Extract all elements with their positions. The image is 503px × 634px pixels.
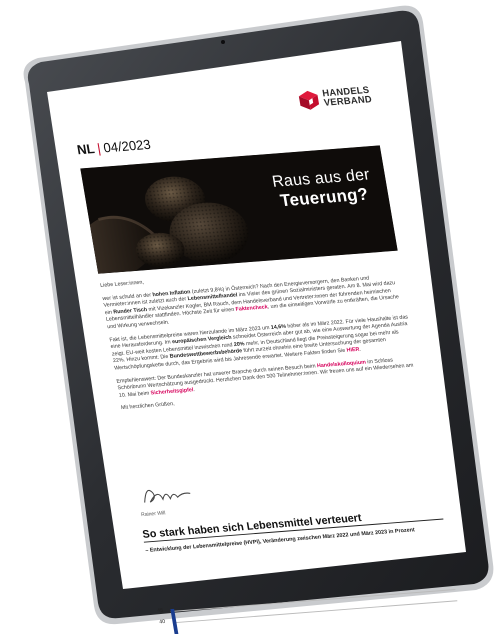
hero-headline: Raus aus der Teuerung? <box>271 165 375 211</box>
screen-area: HANDELS VERBAND NL|04/2023 Raus aus der … <box>0 0 503 634</box>
newsletter-body: Liebe Leser:innen, wer ist schuld an der… <box>100 260 422 418</box>
issue-number: 04/2023 <box>102 136 152 156</box>
newsletter-label: NL <box>75 140 96 158</box>
signer-name: Rainer Will <box>140 510 166 519</box>
inline-link[interactable]: Sicherheitsgipfel <box>150 387 194 396</box>
newsletter-page: HANDELS VERBAND NL|04/2023 Raus aus der … <box>58 85 475 634</box>
body-text: . <box>192 387 196 393</box>
body-text: . <box>358 346 362 353</box>
hero-banner[interactable]: Raus aus der Teuerung? <box>80 145 398 274</box>
signature-icon <box>144 489 191 503</box>
brand-name-line2: VERBAND <box>323 94 373 109</box>
emphasis-text: 14,6% <box>270 323 287 331</box>
gridline <box>172 600 458 623</box>
gridline <box>170 589 456 612</box>
issue-separator: | <box>95 140 102 156</box>
inline-link[interactable]: Faktencheck <box>235 305 268 313</box>
newsletter-issue: NL|04/2023 <box>76 137 152 158</box>
truffle-photo <box>80 145 398 274</box>
cube-logo-icon <box>299 90 320 110</box>
y-tick-label: 45 <box>157 607 164 614</box>
y-tick-label: 40 <box>158 619 166 626</box>
handelsverband-logo[interactable]: HANDELS VERBAND <box>297 85 373 111</box>
